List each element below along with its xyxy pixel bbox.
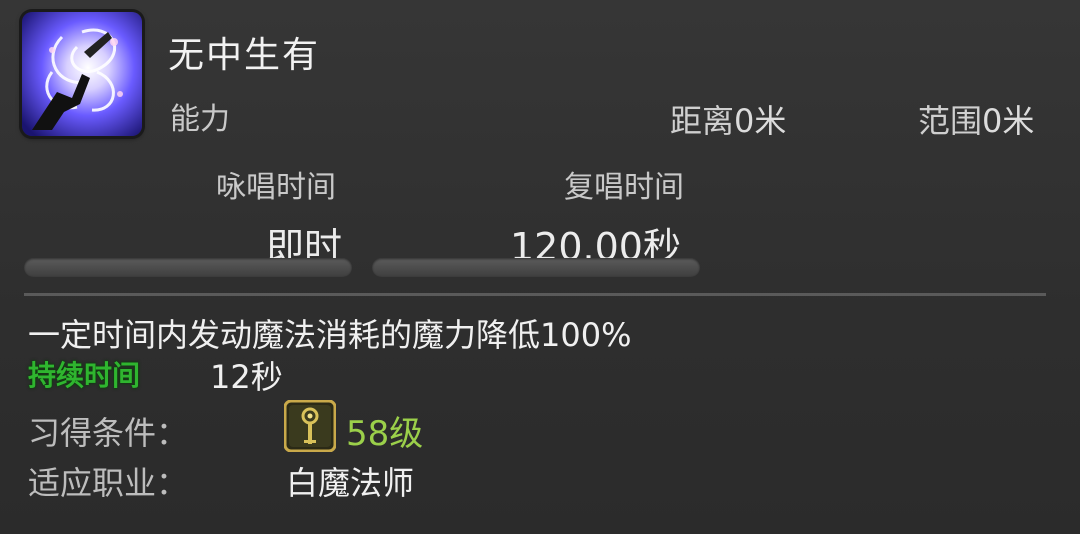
white-swirl-magic-icon bbox=[22, 12, 142, 136]
skill-type: 能力 bbox=[170, 102, 230, 137]
cast-time-label: 咏唱时间 bbox=[216, 170, 336, 205]
range-value: 0米 bbox=[734, 102, 787, 140]
radius-label: 范围 bbox=[918, 102, 983, 140]
duration-label: 持续时间 bbox=[28, 359, 141, 392]
job-label: 适应职业： bbox=[28, 464, 189, 502]
recast-time-bar bbox=[372, 258, 700, 277]
skill-name: 无中生有 bbox=[168, 35, 321, 76]
level-requirement-label: 习得条件： bbox=[28, 414, 189, 452]
job-value: 白魔法师 bbox=[286, 464, 415, 502]
range-stat: 距离0米 bbox=[670, 96, 786, 142]
range-label: 距离 bbox=[670, 102, 735, 140]
radius-value: 0米 bbox=[982, 102, 1035, 140]
radius-stat: 范围0米 bbox=[918, 96, 1034, 142]
duration-value: 12秒 bbox=[210, 358, 283, 396]
level-requirement-value: 58级 bbox=[346, 414, 424, 454]
tooltip-panel: 无中生有 能力 距离0米 范围0米 咏唱时间 复唱时间 即时 120.00秒 一… bbox=[0, 0, 1080, 534]
white-mage-staff-icon bbox=[283, 399, 337, 453]
divider bbox=[24, 293, 1046, 296]
recast-time-label: 复唱时间 bbox=[564, 170, 684, 205]
skill-description: 一定时间内发动魔法消耗的魔力降低100% bbox=[28, 316, 632, 354]
cast-time-bar bbox=[24, 258, 352, 277]
